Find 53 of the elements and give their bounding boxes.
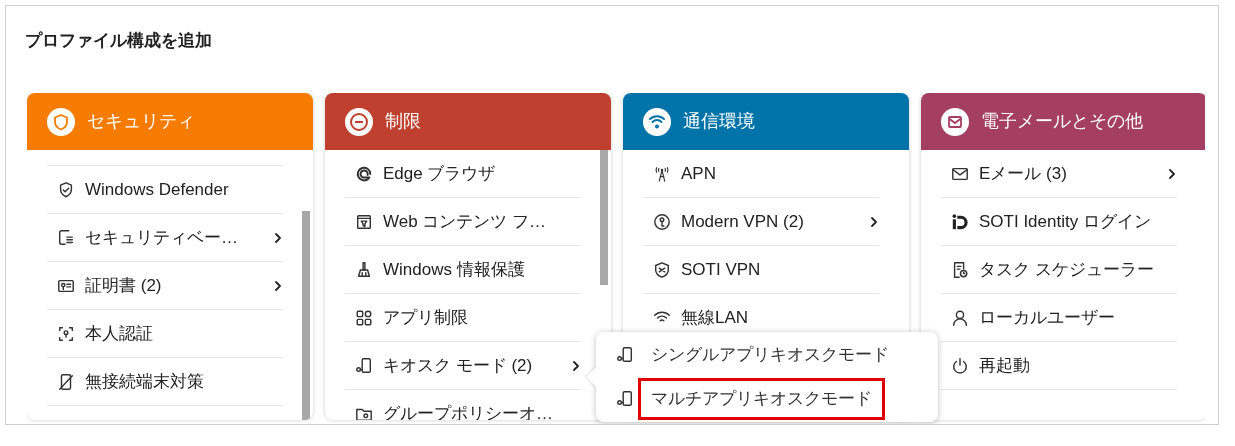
menu-item[interactable]: Web コンテンツ フ… [345, 198, 581, 246]
schedule-icon [951, 260, 969, 279]
filter-icon [355, 212, 373, 231]
menu-item[interactable]: 無接続端末対策 [47, 358, 283, 406]
dialog-title: プロファイル構成を追加 [25, 30, 212, 52]
shield-icon [653, 260, 671, 279]
apps-icon [355, 308, 373, 327]
device-off-icon [57, 372, 75, 391]
list-icon [57, 228, 75, 247]
menu-item[interactable]: 再起動 [941, 342, 1177, 390]
menu-item[interactable]: Edge ブラウザ [345, 150, 581, 198]
menu-item[interactable]: SOTI VPN [643, 246, 879, 294]
menu-item[interactable]: セキュリティベー… [47, 214, 283, 262]
id-logo-icon [951, 212, 969, 231]
kiosk-icon [355, 356, 373, 375]
antenna-icon [653, 164, 671, 183]
user-icon [951, 308, 969, 327]
menu-item[interactable]: Modern VPN (2) [643, 198, 879, 246]
chevron-right-icon [1167, 167, 1177, 180]
category-title: 通信環境 [683, 110, 755, 133]
menu-item[interactable]: 本人認証 [47, 310, 283, 358]
shield-icon [57, 180, 75, 199]
key-circle-icon [653, 212, 671, 231]
browser-icon [355, 164, 373, 183]
menu-item[interactable]: キオスク モード (2) [345, 342, 581, 390]
category-title: 電子メールとその他 [981, 110, 1143, 133]
menu-item[interactable]: SOTI Identity ログイン [941, 198, 1177, 246]
chevron-right-icon [571, 359, 581, 372]
chevron-right-icon [869, 215, 879, 228]
mail-icon [941, 107, 969, 136]
menu-item[interactable]: Windows 情報保護 [345, 246, 581, 294]
face-scan-icon [57, 324, 75, 343]
category-title: セキュリティ [87, 110, 195, 133]
chevron-right-icon [273, 231, 283, 244]
menu-item[interactable]: タスク スケジューラー [941, 246, 1177, 294]
menu-item[interactable]: Windows Defender [47, 166, 283, 214]
chevron-right-icon [273, 279, 283, 292]
scrollbar-thumb[interactable] [600, 150, 608, 285]
menu-item[interactable]: アプリ制限 [345, 294, 581, 342]
kiosk-icon [616, 390, 634, 408]
minus-circle-icon [345, 107, 373, 136]
menu-item[interactable]: 証明書 (2) [47, 262, 283, 310]
menu-item[interactable]: Eメール (3) [941, 150, 1177, 198]
category-title: 制限 [385, 110, 421, 133]
menu-item[interactable]: APN [643, 150, 879, 198]
kiosk-icon [616, 346, 634, 364]
submenu-item[interactable]: マルチアプリキオスクモード [638, 378, 885, 420]
broom-icon [355, 260, 373, 279]
shield-icon [47, 107, 75, 136]
wifi-icon [643, 107, 671, 136]
menu-item[interactable]: ローカルユーザー [941, 294, 1177, 342]
restart-icon [951, 356, 969, 375]
scrollbar-thumb[interactable] [302, 211, 310, 420]
